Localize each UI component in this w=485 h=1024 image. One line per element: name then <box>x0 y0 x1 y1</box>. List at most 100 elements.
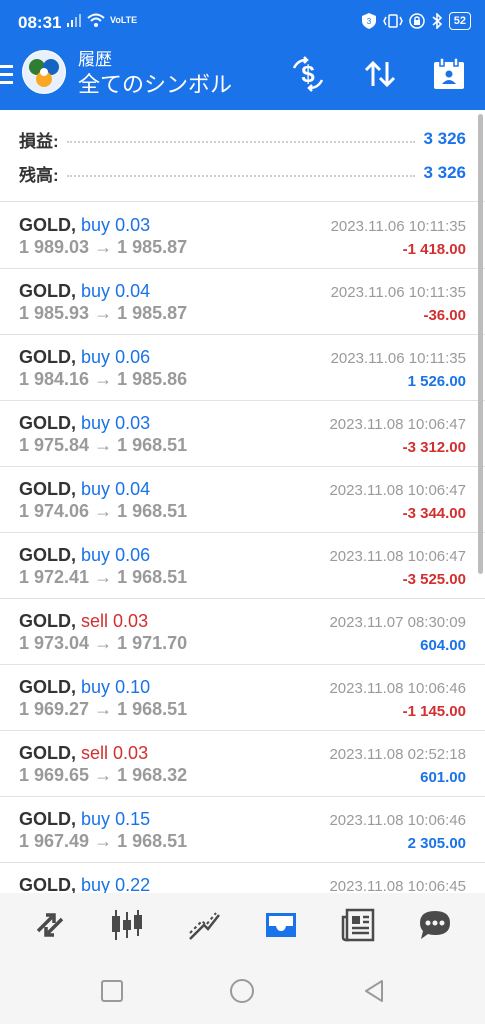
currency-button[interactable]: $ <box>286 52 330 96</box>
sort-button[interactable] <box>358 52 402 96</box>
svg-text:$: $ <box>301 61 315 88</box>
trade-time: 2023.11.06 10:11:35 <box>330 350 466 367</box>
trade-row[interactable]: GOLD, sell 0.03 1 969.65 → 1 968.32 2023.1… <box>0 731 485 797</box>
trade-time: 2023.11.08 10:06:46 <box>329 680 466 697</box>
scrollbar[interactable] <box>478 114 483 574</box>
system-navigation-bar <box>0 957 485 1024</box>
chat-icon <box>419 911 450 939</box>
trade-volume: 0.03 <box>115 413 151 433</box>
dotted-leader <box>66 175 416 177</box>
trade-profit: 604.00 <box>420 637 466 654</box>
trade-profit: -36.00 <box>423 307 466 324</box>
trade-prices: 1 984.16 → 1 985.86 <box>19 369 187 390</box>
trend-icon <box>189 912 221 940</box>
signal-icon <box>67 14 81 27</box>
arrows-diagonal-icon <box>37 913 64 937</box>
trade-symbol: GOLD, <box>19 281 76 301</box>
trade-title: GOLD, buy 0.03 <box>19 413 150 434</box>
trade-row[interactable]: GOLD, buy 0.03 1 989.03 → 1 985.87 2023.11… <box>0 203 485 269</box>
profit-label: 損益: <box>19 131 59 151</box>
trade-profit: -1 145.00 <box>402 703 466 720</box>
close-price: 1 971.70 <box>117 633 188 653</box>
trade-prices: 1 972.41 → 1 968.51 <box>19 567 187 588</box>
trade-side: buy <box>81 677 111 697</box>
tab-trade[interactable] <box>182 903 226 947</box>
trade-profit: 601.00 <box>420 769 466 786</box>
bluetooth-icon <box>432 13 442 29</box>
back-button[interactable] <box>360 977 388 1005</box>
trade-symbol: GOLD, <box>19 215 76 235</box>
trade-prices: 1 969.27 → 1 968.51 <box>19 699 187 720</box>
close-price: 1 968.51 <box>117 501 188 521</box>
trade-profit: 1 526.00 <box>407 373 466 390</box>
app-bar: 履歴 全てのシンボル $ <box>0 44 485 110</box>
dotted-leader <box>66 141 416 143</box>
trade-row[interactable]: GOLD, sell 0.03 1 973.04 → 1 971.70 2023.1… <box>0 599 485 665</box>
trade-row[interactable]: GOLD, buy 0.04 1 985.93 → 1 985.87 2023.11… <box>0 269 485 335</box>
tab-quotes[interactable] <box>28 903 72 947</box>
tab-news[interactable] <box>336 903 380 947</box>
tab-chart[interactable] <box>105 903 149 947</box>
calendar-button[interactable] <box>427 52 471 96</box>
close-price: 1 968.51 <box>117 435 188 455</box>
trade-profit: -3 525.00 <box>402 571 466 588</box>
trade-time: 2023.11.08 02:52:18 <box>329 746 466 763</box>
menu-button[interactable] <box>0 58 16 92</box>
volte-icon: VoLTE <box>110 14 138 25</box>
trade-title: GOLD, buy 0.15 <box>19 809 150 830</box>
arrow-icon: → <box>94 369 113 389</box>
shield-icon: 3 <box>361 13 376 29</box>
sort-icon <box>364 60 396 88</box>
profit-value: 3 326 <box>423 129 466 148</box>
trade-title: GOLD, buy 0.04 <box>19 479 150 500</box>
header: 08:31 VoLTE 3 52 履歴 全てのシンボル $ <box>0 0 485 110</box>
trade-side: buy <box>81 347 111 367</box>
trade-row[interactable]: GOLD, buy 0.10 1 969.27 → 1 968.51 2023.11… <box>0 665 485 731</box>
arrow-icon: → <box>94 765 113 785</box>
trade-prices: 1 989.03 → 1 985.87 <box>19 237 187 258</box>
open-price: 1 974.06 <box>19 501 90 521</box>
calendar-icon <box>434 57 464 89</box>
vibrate-icon <box>382 14 403 28</box>
trade-time: 2023.11.08 10:06:47 <box>329 416 466 433</box>
close-price: 1 985.86 <box>117 369 188 389</box>
summary-panel: 損益: 3 326 残高: 3 326 <box>0 112 485 202</box>
trade-side: buy <box>81 413 111 433</box>
trade-side: buy <box>81 875 111 893</box>
open-price: 1 985.93 <box>19 303 90 323</box>
tab-history[interactable] <box>259 903 303 947</box>
trade-title: GOLD, buy 0.06 <box>19 545 150 566</box>
tab-messages[interactable] <box>413 903 457 947</box>
open-price: 1 989.03 <box>19 237 90 257</box>
trade-side: buy <box>81 809 111 829</box>
trade-row[interactable]: GOLD, buy 0.04 1 974.06 → 1 968.51 2023.11… <box>0 467 485 533</box>
trade-row[interactable]: GOLD, buy 0.03 1 975.84 → 1 968.51 2023.11… <box>0 401 485 467</box>
home-button[interactable] <box>228 977 256 1005</box>
trade-prices: 1 967.49 → 1 968.51 <box>19 831 187 852</box>
title-block: 履歴 全てのシンボル <box>78 50 232 99</box>
trade-title: GOLD, buy 0.10 <box>19 677 150 698</box>
trade-row[interactable]: GOLD, buy 0.22 2023.11.08 10:06:45 <box>0 863 485 893</box>
trade-symbol: GOLD, <box>19 545 76 565</box>
trade-row[interactable]: GOLD, buy 0.06 1 972.41 → 1 968.51 2023.11… <box>0 533 485 599</box>
candlestick-icon <box>112 910 143 940</box>
close-price: 1 968.51 <box>117 699 188 719</box>
arrow-icon: → <box>94 699 113 719</box>
arrow-icon: → <box>94 831 113 851</box>
trade-prices: 1 974.06 → 1 968.51 <box>19 501 187 522</box>
trade-title: GOLD, sell 0.03 <box>19 743 148 764</box>
balance-value: 3 326 <box>423 163 466 182</box>
open-price: 1 969.65 <box>19 765 90 785</box>
trade-side: buy <box>81 479 111 499</box>
trade-time: 2023.11.07 08:30:09 <box>329 614 466 631</box>
trade-row[interactable]: GOLD, buy 0.15 1 967.49 → 1 968.51 2023.11… <box>0 797 485 863</box>
recents-button[interactable] <box>98 977 126 1005</box>
trade-profit: -3 344.00 <box>402 505 466 522</box>
trade-history-list[interactable]: GOLD, buy 0.03 1 989.03 → 1 985.87 2023.11… <box>0 203 485 893</box>
trade-profit: -3 312.00 <box>402 439 466 456</box>
menu-icon <box>0 65 13 68</box>
trade-time: 2023.11.08 10:06:47 <box>329 482 466 499</box>
open-price: 1 975.84 <box>19 435 90 455</box>
trade-row[interactable]: GOLD, buy 0.06 1 984.16 → 1 985.86 2023.11… <box>0 335 485 401</box>
trade-profit: 2 305.00 <box>407 835 466 852</box>
